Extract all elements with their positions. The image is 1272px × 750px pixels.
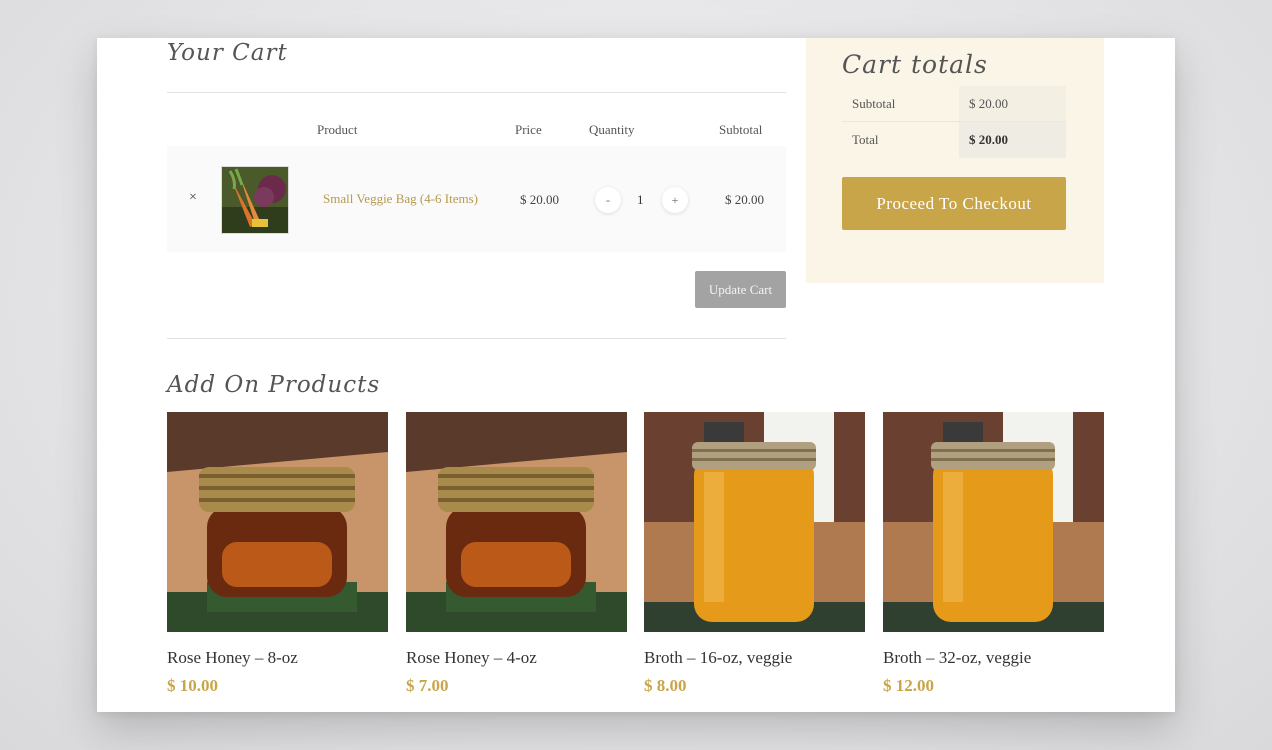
quantity-value[interactable]: 1 [637, 192, 644, 208]
add-on-products-title: Add On Products [167, 372, 381, 398]
product-card: Rose Honey – 8-oz $ 10.00 [167, 412, 388, 696]
cart-item-row: × Small Veggie Bag (4-6 Items) $ 20.00 -… [167, 146, 786, 252]
product-image-broth-16oz[interactable] [644, 412, 865, 632]
product-name[interactable]: Rose Honey – 4-oz [406, 648, 627, 668]
product-price: $ 7.00 [406, 676, 449, 695]
cart-title: Your Cart [167, 40, 288, 66]
divider [167, 92, 786, 93]
total-row: Total $ 20.00 [842, 122, 1066, 158]
quantity-increase-button[interactable]: + [662, 187, 688, 213]
product-name[interactable]: Rose Honey – 8-oz [167, 648, 388, 668]
proceed-to-checkout-button[interactable]: Proceed To Checkout [842, 177, 1066, 230]
col-header-quantity: Quantity [589, 122, 635, 137]
cart-item-price: $ 20.00 [520, 192, 559, 207]
product-name[interactable]: Broth – 16-oz, veggie [644, 648, 865, 668]
subtotal-label: Subtotal [852, 96, 896, 111]
cart-item-name-link[interactable]: Small Veggie Bag (4-6 Items) [323, 191, 478, 207]
col-header-price: Price [515, 122, 542, 137]
cart-item-subtotal: $ 20.00 [725, 192, 764, 207]
product-name[interactable]: Broth – 32-oz, veggie [883, 648, 1104, 668]
quantity-decrease-button[interactable]: - [595, 187, 621, 213]
product-price: $ 8.00 [644, 676, 687, 695]
cart-item-thumbnail[interactable] [221, 166, 289, 234]
product-price: $ 12.00 [883, 676, 934, 695]
product-image-rose-honey-4oz[interactable] [406, 412, 627, 632]
subtotal-value: $ 20.00 [969, 96, 1008, 111]
cart-page-card: Your Cart Product Price Quantity Subtota… [97, 38, 1175, 712]
product-image-rose-honey-8oz[interactable] [167, 412, 388, 632]
product-card: Broth – 16-oz, veggie $ 8.00 [644, 412, 865, 696]
divider [167, 338, 786, 339]
product-card: Broth – 32-oz, veggie $ 12.00 [883, 412, 1104, 696]
total-label: Total [852, 132, 879, 147]
cart-totals-title: Cart totals [842, 50, 988, 79]
update-cart-button[interactable]: Update Cart [695, 271, 786, 308]
product-price: $ 10.00 [167, 676, 218, 695]
col-header-product: Product [317, 122, 358, 137]
subtotal-row: Subtotal $ 20.00 [842, 86, 1066, 122]
col-header-subtotal: Subtotal [719, 122, 763, 137]
total-value: $ 20.00 [969, 132, 1008, 147]
remove-item-icon[interactable]: × [189, 190, 197, 206]
product-image-broth-32oz[interactable] [883, 412, 1104, 632]
cart-totals-panel: Cart totals Subtotal $ 20.00 Total $ 20.… [806, 38, 1104, 283]
product-card: Rose Honey – 4-oz $ 7.00 [406, 412, 627, 696]
